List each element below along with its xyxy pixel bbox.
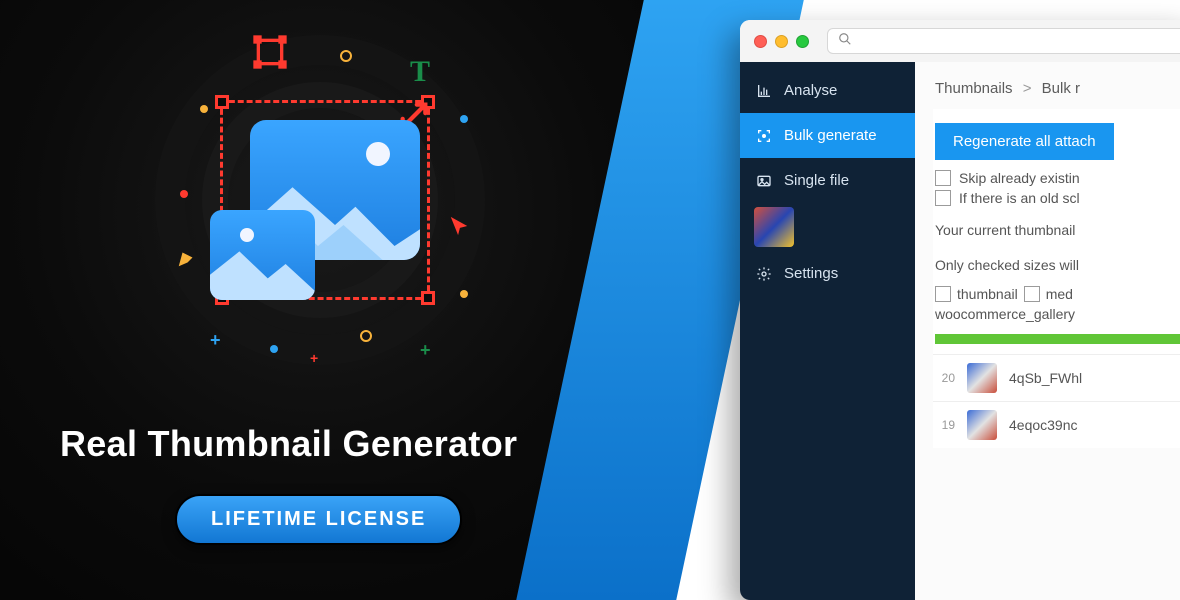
sidebar-item-settings[interactable]: Settings [740, 251, 915, 296]
hero-title: Real Thumbnail Generator [60, 423, 517, 465]
plus-icon: + [420, 340, 431, 361]
crop-icon [250, 32, 290, 77]
app-window: Analyse Bulk generate Single file Settin [740, 20, 1180, 600]
sidebar-item-label: Analyse [784, 82, 837, 99]
pen-tool-icon [175, 240, 205, 275]
dot-icon [460, 290, 468, 298]
sidebar-item-label: Single file [784, 172, 849, 189]
chevron-right-icon: > [1023, 80, 1032, 97]
size-label: woocommerce_gallery [935, 306, 1180, 322]
sidebar-thumbnail [754, 207, 794, 247]
info-text: Only checked sizes will [935, 255, 1180, 276]
sidebar-item-analyse[interactable]: Analyse [740, 68, 915, 113]
breadcrumb-current: Bulk r [1042, 80, 1080, 97]
dot-icon [200, 105, 208, 113]
cursor-icon [448, 215, 470, 242]
row-number: 19 [935, 418, 955, 432]
checkbox-size-thumbnail[interactable] [935, 286, 951, 302]
handle-icon [215, 95, 229, 109]
sidebar-item-label: Settings [784, 265, 838, 282]
size-label: med [1046, 286, 1073, 302]
maximize-icon[interactable] [796, 35, 809, 48]
dot-icon [460, 115, 468, 123]
plus-icon: + [210, 330, 221, 351]
circle-icon [360, 330, 372, 342]
illustration: T [160, 40, 480, 360]
checkbox-size-medium[interactable] [1024, 286, 1040, 302]
file-row[interactable]: 20 4qSb_FWhl [933, 354, 1180, 401]
dot-icon [180, 190, 188, 198]
dot-icon [270, 345, 278, 353]
search-bar[interactable] [827, 28, 1180, 54]
titlebar [740, 20, 1180, 62]
plus-icon: + [310, 350, 318, 366]
file-row[interactable]: 19 4eqoc39nc [933, 401, 1180, 448]
checkbox-label: If there is an old scl [959, 190, 1080, 206]
main-panel: Regenerate all attach Skip already exist… [933, 109, 1180, 448]
sidebar-item-label: Bulk generate [784, 127, 877, 144]
row-filename: 4qSb_FWhl [1009, 370, 1082, 386]
circle-icon [340, 50, 352, 62]
focus-icon [756, 128, 772, 144]
lifetime-license-button[interactable]: LIFETIME LICENSE [175, 494, 462, 545]
sidebar: Analyse Bulk generate Single file Settin [740, 62, 915, 600]
info-text: Your current thumbnail [935, 220, 1180, 241]
row-thumbnail [967, 410, 997, 440]
row-filename: 4eqoc39nc [1009, 417, 1078, 433]
thumbnail-small [210, 210, 315, 300]
image-icon [756, 173, 772, 189]
close-icon[interactable] [754, 35, 767, 48]
regenerate-button[interactable]: Regenerate all attach [935, 123, 1114, 160]
progress-bar [935, 334, 1180, 344]
sidebar-item-bulk-generate[interactable]: Bulk generate [740, 113, 915, 158]
hero-panel: T [0, 0, 660, 600]
handle-icon [421, 291, 435, 305]
row-thumbnail [967, 363, 997, 393]
checkbox-label: Skip already existin [959, 170, 1080, 186]
search-input[interactable] [860, 33, 1175, 49]
chart-icon [756, 83, 772, 99]
sidebar-item-single-file[interactable]: Single file [740, 158, 915, 203]
gear-icon [756, 266, 772, 282]
minimize-icon[interactable] [775, 35, 788, 48]
checkbox-old-scheme[interactable] [935, 190, 951, 206]
text-tool-icon: T [410, 55, 430, 89]
breadcrumb-root[interactable]: Thumbnails [935, 80, 1013, 97]
row-number: 20 [935, 371, 955, 385]
search-icon [838, 32, 852, 51]
size-label: thumbnail [957, 286, 1018, 302]
breadcrumb: Thumbnails > Bulk r [915, 62, 1180, 109]
checkbox-skip-existing[interactable] [935, 170, 951, 186]
content-area: Thumbnails > Bulk r Regenerate all attac… [915, 62, 1180, 600]
